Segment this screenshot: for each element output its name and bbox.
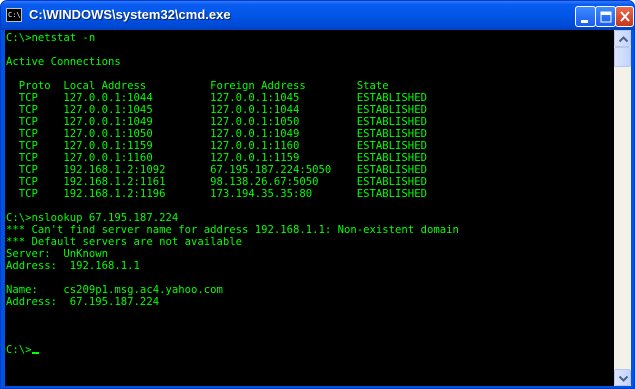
scroll-thumb[interactable] xyxy=(614,47,631,67)
title-bar[interactable]: C:\ C:\WINDOWS\system32\cmd.exe xyxy=(1,1,634,30)
console-app-icon[interactable]: C:\ xyxy=(6,8,22,22)
scroll-down-button[interactable] xyxy=(614,369,631,386)
console-line: Address: 67.195.187.224 xyxy=(6,296,160,308)
console-line: TCP 192.168.1.2:1196 173.194.35.35:80 ES… xyxy=(18,188,427,200)
console-line: Proto Local Address Foreign Address Stat… xyxy=(18,80,389,92)
console-text: C:\>netstat -n Active Connections Proto … xyxy=(6,32,459,356)
text-cursor xyxy=(31,352,39,354)
console-line: TCP 192.168.1.2:1092 67.195.187.224:5050… xyxy=(18,164,427,176)
console-line: Server: UnKnown xyxy=(6,248,109,260)
console-line: TCP 127.0.0.1:1050 127.0.0.1:1049 ESTABL… xyxy=(18,128,427,140)
scroll-down-arrow-icon xyxy=(618,375,629,382)
window-title: C:\WINDOWS\system32\cmd.exe xyxy=(29,7,231,22)
console-line: *** Default servers are not available xyxy=(6,236,242,248)
console-line: Address: 192.168.1.1 xyxy=(6,260,140,272)
console-line: TCP 127.0.0.1:1044 127.0.0.1:1045 ESTABL… xyxy=(18,92,427,104)
console-line: TCP 127.0.0.1:1159 127.0.0.1:1160 ESTABL… xyxy=(18,140,427,152)
console-line: TCP 192.168.1.2:1161 98.138.26.67:5050 E… xyxy=(18,176,427,188)
console-line: *** Can't find server name for address 1… xyxy=(6,224,459,236)
console-line: Name: cs209p1.msg.ac4.yahoo.com xyxy=(6,284,223,296)
console-line: C:\>nslookup 67.195.187.224 xyxy=(6,212,179,224)
console-line: TCP 127.0.0.1:1049 127.0.0.1:1050 ESTABL… xyxy=(18,116,427,128)
console-line: Active Connections xyxy=(6,56,121,68)
maximize-button[interactable] xyxy=(595,6,616,27)
minimize-button[interactable] xyxy=(575,6,596,27)
console-line: TCP 127.0.0.1:1160 127.0.0.1:1159 ESTABL… xyxy=(18,152,427,164)
vertical-scrollbar[interactable] xyxy=(614,30,631,386)
scroll-up-button[interactable] xyxy=(614,30,631,47)
cmd-window[interactable]: C:\ C:\WINDOWS\system32\cmd.exe C:\>nets… xyxy=(0,0,635,389)
console-output[interactable]: C:\>netstat -n Active Connections Proto … xyxy=(5,30,614,386)
minimize-icon xyxy=(581,20,588,23)
close-button[interactable] xyxy=(615,6,634,27)
maximize-icon xyxy=(600,11,612,23)
close-icon xyxy=(620,11,630,22)
command-prompt: C:\> xyxy=(6,344,32,356)
console-line: C:\>netstat -n xyxy=(6,32,96,44)
console-lines: C:\>netstat -n Active Connections Proto … xyxy=(6,32,459,308)
console-line: TCP 127.0.0.1:1045 127.0.0.1:1044 ESTABL… xyxy=(18,104,427,116)
scroll-up-arrow-icon xyxy=(618,36,629,43)
